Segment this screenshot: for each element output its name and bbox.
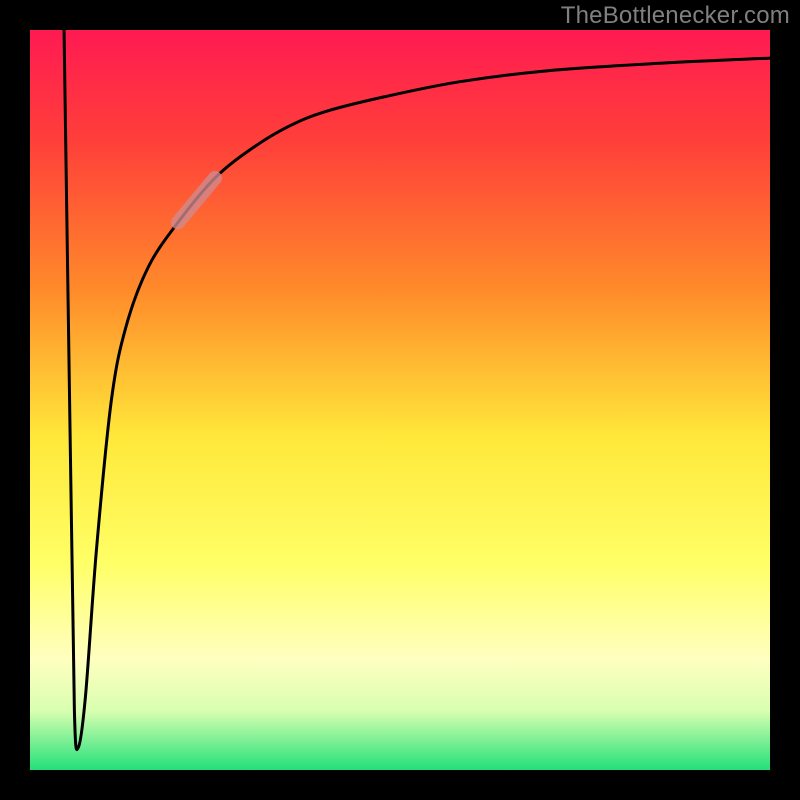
chart-stage: TheBottlenecker.com	[0, 0, 800, 800]
gradient-background	[30, 30, 770, 770]
bottleneck-chart	[0, 0, 800, 800]
watermark-text: TheBottlenecker.com	[561, 2, 790, 30]
